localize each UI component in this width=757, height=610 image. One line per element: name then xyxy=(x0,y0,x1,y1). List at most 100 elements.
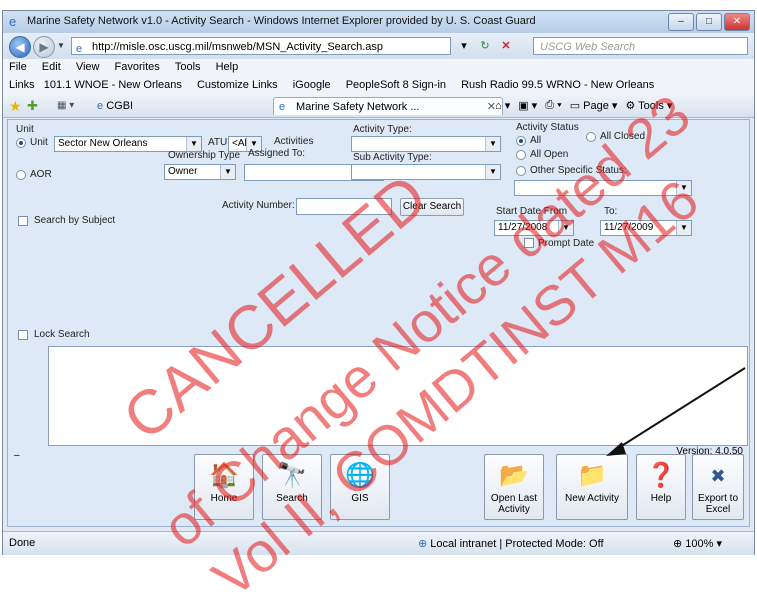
address-tools: ▾ ↻ ✕ xyxy=(455,38,515,54)
links-label: Links xyxy=(9,79,35,91)
unit-radio-label: Unit xyxy=(30,137,48,148)
status-all-open-label: All Open xyxy=(530,149,569,160)
ie-icon: e xyxy=(9,14,17,29)
add-favorite-icon[interactable]: ✚ xyxy=(27,98,38,114)
chevron-down-icon: ▼ xyxy=(186,137,201,151)
link-peoplesoft[interactable]: PeopleSoft 8 Sign-in xyxy=(346,79,446,91)
security-zone-text: Local intranet | Protected Mode: Off xyxy=(430,538,604,550)
aor-label: AOR xyxy=(30,169,52,180)
maximize-button[interactable]: □ xyxy=(696,13,722,31)
unit-group-label: Unit xyxy=(16,124,34,135)
folder-icon: 📁 xyxy=(577,462,607,489)
address-bar[interactable]: e http://misle.osc.uscg.mil/msnweb/MSN_A… xyxy=(71,37,451,55)
web-search-input[interactable]: USCG Web Search xyxy=(533,37,748,55)
activities-assigned-label-1: Activities xyxy=(274,136,314,147)
tab-msn-label: Marine Safety Network ... xyxy=(296,101,420,113)
export-label-1: Export to xyxy=(697,493,739,504)
search-by-subject-checkbox[interactable] xyxy=(18,216,28,226)
back-button[interactable]: ◀ xyxy=(9,36,31,58)
atu-select-value: <Al xyxy=(232,138,247,149)
help-button[interactable]: ❓ Help xyxy=(636,454,686,520)
search-by-subject-label: Search by Subject xyxy=(34,215,116,226)
security-zone: ⊕ Local intranet | Protected Mode: Off xyxy=(418,537,604,550)
status-done: Done xyxy=(9,537,36,549)
link-customize[interactable]: Customize Links xyxy=(197,79,278,91)
open-last-activity-button[interactable]: 📂 Open Last Activity xyxy=(484,454,544,520)
forward-button[interactable]: ▶ xyxy=(33,36,55,58)
status-all-radio[interactable] xyxy=(516,136,526,146)
new-activity-label: New Activity xyxy=(565,493,619,504)
tab-page-icon: e xyxy=(279,101,286,113)
ownership-type-value: Owner xyxy=(168,166,198,177)
lock-search-label: Lock Search xyxy=(34,329,90,340)
activities-assigned-label-2: Assigned To: xyxy=(248,148,306,159)
atu-label: ATU xyxy=(208,137,228,148)
export-label-2: Excel xyxy=(705,504,731,515)
quick-tabs-icon[interactable]: ▦ ▾ xyxy=(57,100,74,111)
status-all-open-radio[interactable] xyxy=(516,150,526,160)
print-icon[interactable]: ⎙ ▾ xyxy=(545,99,561,112)
tab-marine-safety-network[interactable]: e Marine Safety Network ... ✕ xyxy=(273,97,503,115)
open-folder-icon: 📂 xyxy=(499,462,529,489)
status-all-label: All xyxy=(530,135,542,146)
activity-status-label: Activity Status xyxy=(516,122,579,133)
link-wnoe[interactable]: 101.1 WNOE - New Orleans xyxy=(44,79,182,91)
menu-bar: File Edit View Favorites Tools Help xyxy=(3,59,754,77)
new-activity-button[interactable]: 📁 New Activity xyxy=(556,454,628,520)
search-placeholder: USCG Web Search xyxy=(540,41,636,53)
link-igoogle[interactable]: iGoogle xyxy=(293,79,331,91)
top-strip xyxy=(0,0,757,10)
open-last-label-2: Activity xyxy=(498,504,530,515)
minimize-button[interactable]: – xyxy=(668,13,694,31)
home-cmd-icon[interactable]: ⌂ ▾ xyxy=(495,99,510,112)
stop-icon[interactable]: ✕ xyxy=(497,38,515,54)
address-dropdown-icon[interactable]: ▾ xyxy=(455,38,473,54)
close-button[interactable]: ✕ xyxy=(724,13,750,31)
menu-file[interactable]: File xyxy=(9,61,27,73)
tab-cgbi[interactable]: e CGBI xyxy=(97,98,247,115)
aor-radio[interactable] xyxy=(16,170,26,180)
activity-type-label: Activity Type: xyxy=(353,124,412,135)
page-menu[interactable]: ▭ Page ▾ xyxy=(570,99,618,112)
menu-favorites[interactable]: Favorites xyxy=(115,61,160,73)
menu-view[interactable]: View xyxy=(76,61,100,73)
open-last-label-1: Open Last xyxy=(490,493,538,504)
chevron-down-icon: ▼ xyxy=(220,165,235,179)
ownership-type-select[interactable]: Owner ▼ xyxy=(164,164,236,180)
unit-select-value: Sector New Orleans xyxy=(58,138,148,149)
menu-tools[interactable]: Tools xyxy=(175,61,201,73)
tab-cgbi-label: CGBI xyxy=(106,100,134,112)
chevron-down-icon: ▼ xyxy=(485,165,500,179)
feeds-icon[interactable]: ▣ ▾ xyxy=(518,99,537,112)
history-dropdown-icon[interactable]: ▼ xyxy=(57,41,65,50)
activity-number-label: Activity Number: xyxy=(222,200,295,211)
refresh-icon[interactable]: ↻ xyxy=(476,38,494,54)
help-icon: ❓ xyxy=(646,462,676,489)
chevron-down-icon: ▼ xyxy=(485,137,500,151)
title-bar: e Marine Safety Network v1.0 - Activity … xyxy=(3,11,754,33)
export-excel-button[interactable]: ✖ Export to Excel xyxy=(692,454,744,520)
status-bar: Done ⊕ Local intranet | Protected Mode: … xyxy=(3,531,754,555)
page-menu-label: Page xyxy=(583,100,609,112)
activity-type-select[interactable]: ▼ xyxy=(351,136,501,152)
menu-edit[interactable]: Edit xyxy=(42,61,61,73)
links-bar: Links 101.1 WNOE - New Orleans Customize… xyxy=(3,77,754,95)
window-title: Marine Safety Network v1.0 - Activity Se… xyxy=(27,15,536,27)
tab-page-icon: e xyxy=(97,100,104,112)
address-row: ◀ ▶ ▼ e http://misle.osc.uscg.mil/msnweb… xyxy=(3,33,754,59)
address-url: http://misle.osc.uscg.mil/msnweb/MSN_Act… xyxy=(92,41,383,53)
unit-radio[interactable] xyxy=(16,138,26,148)
excel-icon: ✖ xyxy=(710,466,726,486)
zoom-control[interactable]: ⊕ 100% ▾ xyxy=(673,537,722,550)
status-other-radio[interactable] xyxy=(516,166,526,176)
favorites-star-icon[interactable]: ★ xyxy=(9,98,22,115)
lock-search-checkbox[interactable] xyxy=(18,330,28,340)
menu-help[interactable]: Help xyxy=(216,61,239,73)
help-label: Help xyxy=(650,493,672,504)
status-dash: – xyxy=(14,450,20,461)
zoom-value: 100% xyxy=(685,538,714,550)
intranet-icon: ⊕ xyxy=(418,538,428,550)
ownership-type-label: Ownership Type xyxy=(168,150,241,161)
link-rush-radio[interactable]: Rush Radio 99.5 WRNO - New Orleans xyxy=(461,79,654,91)
page-icon: e xyxy=(76,43,83,55)
